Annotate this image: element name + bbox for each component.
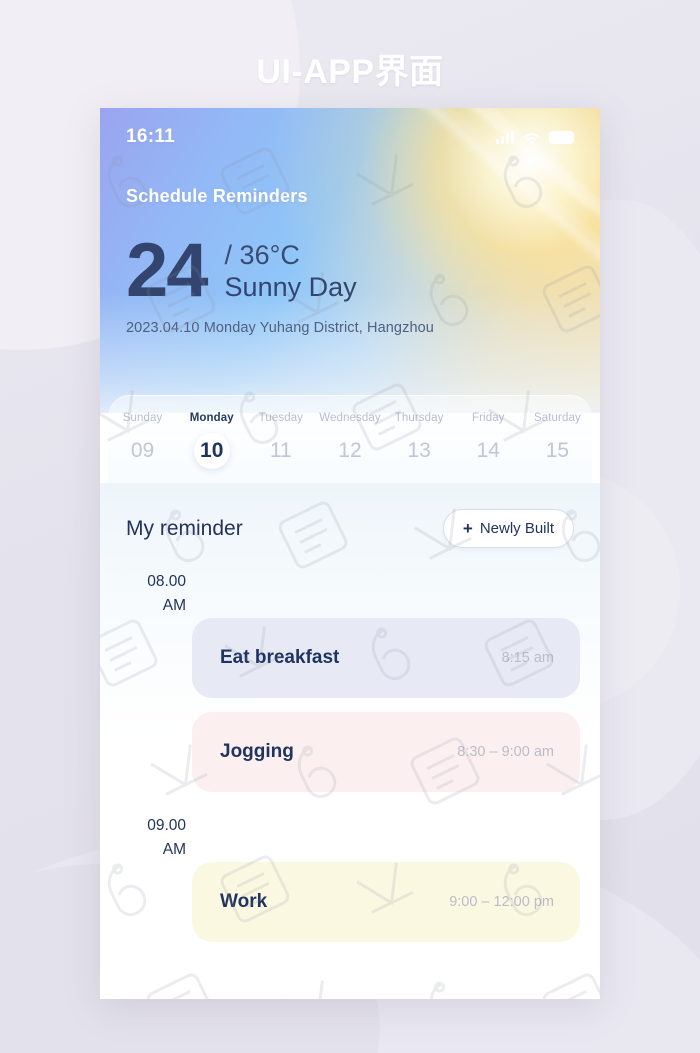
date-location-line: 2023.04.10 Monday Yuhang District, Hangz…: [126, 320, 434, 337]
week-selector[interactable]: Sunday 09 Monday 10 Tuesday 11 Wednesday 12 Thur…: [108, 395, 592, 483]
week-day-name: Saturday: [534, 412, 581, 424]
week-day-number-wrap: 13: [385, 433, 454, 469]
week-day-number[interactable]: 10: [193, 433, 230, 469]
slot-hour: 09.00: [147, 817, 186, 835]
slot-hour: 08.00: [147, 573, 186, 590]
event-title: Jogging: [220, 741, 294, 763]
weather-condition: Sunny Day: [224, 272, 357, 303]
week-day-name: Friday: [471, 412, 505, 424]
plus-icon: +: [462, 519, 473, 538]
watermark-icon: [408, 970, 486, 999]
week-day-number-wrap: 15: [523, 433, 592, 469]
schedule-list: 08.00 AM Eat breakfast 8:15 am Jogging 8:30 –…: [100, 570, 600, 943]
slot-time-label: 08.00 AM: [100, 570, 186, 618]
event-title: Work: [220, 891, 268, 913]
week-day-name: Tuesday: [258, 412, 304, 424]
watermark-icon: [276, 970, 346, 999]
weather-summary: 24 / 36°C Sunny Day: [126, 228, 600, 313]
week-day-column[interactable]: Thursday 13: [385, 412, 454, 469]
week-day-number[interactable]: 15: [539, 433, 575, 469]
week-day-number[interactable]: 11: [263, 433, 299, 469]
schedule-slot: 09.00 AM Work 9:00 – 12:00 pm: [100, 814, 600, 943]
reminder-section-header: My reminder + Newly Built: [100, 509, 600, 548]
slot-ampm: AM: [162, 597, 186, 615]
watermark-icon: [540, 970, 600, 999]
week-day-number-wrap: 09: [108, 433, 177, 469]
slot-time-label: 09.00 AM: [100, 814, 186, 862]
week-row: Sunday 09 Monday 10 Tuesday 11 Wednesday 12 Thur…: [108, 412, 592, 469]
event-card[interactable]: Eat breakfast 8:15 am: [192, 618, 580, 699]
week-day-column[interactable]: Monday 10: [177, 412, 246, 469]
schedule-slot: 08.00 AM Eat breakfast 8:15 am Jogging 8:30 –…: [100, 570, 600, 793]
event-card[interactable]: Jogging 8:30 – 9:00 am: [192, 712, 580, 793]
week-day-name: Wednesday: [319, 412, 381, 424]
status-bar: 16:11: [100, 108, 600, 148]
weather-hero: 16:11 Schedule Reminders 24 / 36°C Sunny…: [100, 108, 600, 413]
phone-mockup: 16:11 Schedule Reminders 24 / 36°C Sunny…: [100, 108, 600, 999]
week-day-number-wrap: 11: [246, 433, 315, 469]
event-time: 8:15 am: [501, 650, 554, 667]
battery-icon: [549, 130, 574, 144]
week-day-name: Sunday: [122, 412, 163, 424]
week-day-number[interactable]: 13: [401, 433, 437, 469]
page-header-title: Schedule Reminders: [126, 186, 308, 206]
reminder-sheet: My reminder + Newly Built 08.00 AM Eat bre…: [100, 483, 600, 963]
week-day-column[interactable]: Sunday 09: [108, 412, 177, 469]
temperature-high: / 36°C: [224, 240, 300, 270]
status-bar-icons: [496, 130, 574, 144]
week-day-name: Monday: [189, 412, 234, 424]
week-day-column[interactable]: Wednesday 12: [315, 412, 384, 469]
event-title: Eat breakfast: [220, 647, 340, 669]
newly-built-label: Newly Built: [479, 520, 554, 537]
week-day-column[interactable]: Friday 14: [454, 412, 523, 469]
week-day-number-wrap: 14: [454, 433, 523, 469]
watermark-icon: [144, 970, 218, 999]
week-day-number[interactable]: 12: [332, 433, 368, 469]
week-day-column[interactable]: Tuesday 11: [246, 412, 315, 469]
status-bar-clock: 16:11: [126, 126, 176, 147]
week-day-number[interactable]: 09: [125, 433, 161, 469]
slot-ampm: AM: [162, 841, 186, 859]
wifi-icon: [523, 131, 540, 144]
newly-built-button[interactable]: + Newly Built: [442, 509, 574, 548]
event-card[interactable]: Work 9:00 – 12:00 pm: [192, 862, 580, 943]
temperature-low: 24: [126, 228, 209, 313]
event-time: 8:30 – 9:00 am: [457, 744, 554, 761]
signal-icon: [496, 130, 514, 144]
week-day-number[interactable]: 14: [470, 433, 506, 469]
week-day-column[interactable]: Saturday 15: [523, 412, 592, 469]
week-day-name: Thursday: [394, 412, 444, 424]
week-day-number-wrap: 10: [177, 433, 246, 469]
event-time: 9:00 – 12:00 pm: [449, 894, 554, 911]
page-title: UI-APP界面: [256, 53, 444, 91]
week-day-number-wrap: 12: [315, 433, 384, 469]
page-title-my-reminder: My reminder: [126, 516, 243, 540]
